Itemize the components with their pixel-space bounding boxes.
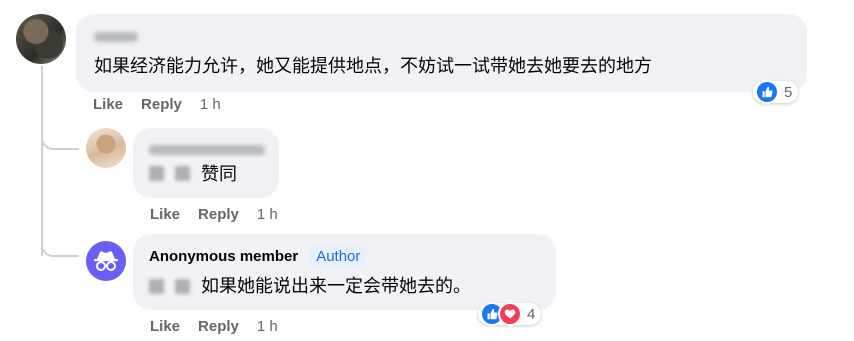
- reaction-count: 4: [527, 305, 536, 323]
- anonymous-avatar[interactable]: [86, 241, 126, 281]
- timestamp[interactable]: 1 h: [257, 318, 278, 335]
- comment-bubble: 如果经济能力允许，她又能提供地点，不妨试一试带她去她要去的地方: [76, 14, 807, 92]
- author-name[interactable]: Anonymous member: [149, 248, 298, 265]
- comment-actions: Like Reply 1 h: [150, 318, 296, 335]
- like-link[interactable]: Like: [150, 206, 180, 223]
- blurred-author-name[interactable]: [149, 145, 265, 155]
- reply-link[interactable]: Reply: [141, 96, 182, 113]
- reaction-summary[interactable]: 5: [753, 80, 799, 104]
- comment-actions: Like Reply 1 h: [93, 96, 239, 113]
- blurred-mention: [149, 279, 164, 294]
- comment-text: 赞同: [201, 164, 237, 184]
- heart-icon: [498, 302, 522, 326]
- reply-bubble: Anonymous member Author 如果她能说出来一定会带她去的。: [133, 234, 556, 310]
- thread-line: [41, 66, 43, 256]
- author-row: Anonymous member Author: [149, 246, 367, 267]
- timestamp[interactable]: 1 h: [200, 96, 221, 113]
- reply-link[interactable]: Reply: [198, 206, 239, 223]
- reply-link[interactable]: Reply: [198, 318, 239, 335]
- comment-actions: Like Reply 1 h: [150, 206, 296, 223]
- comment-text: 如果她能说出来一定会带她去的。: [201, 276, 471, 296]
- blurred-mention: [175, 166, 190, 181]
- blurred-author-name[interactable]: [94, 32, 138, 42]
- thread-connector: [41, 235, 79, 257]
- reaction-summary[interactable]: 4: [478, 302, 542, 326]
- anonymous-icon: [94, 251, 118, 271]
- timestamp[interactable]: 1 h: [257, 206, 278, 223]
- blurred-mention: [175, 279, 190, 294]
- blurred-mention: [149, 166, 164, 181]
- like-icon: [755, 80, 779, 104]
- reaction-count: 5: [784, 83, 793, 101]
- avatar[interactable]: [86, 128, 126, 168]
- like-link[interactable]: Like: [150, 318, 180, 335]
- avatar[interactable]: [16, 14, 66, 64]
- reply-bubble: 赞同: [133, 128, 279, 198]
- comment-text: 如果经济能力允许，她又能提供地点，不妨试一试带她去她要去的地方: [94, 56, 652, 76]
- thread-connector: [41, 128, 79, 150]
- like-link[interactable]: Like: [93, 96, 123, 113]
- author-badge: Author: [310, 246, 367, 267]
